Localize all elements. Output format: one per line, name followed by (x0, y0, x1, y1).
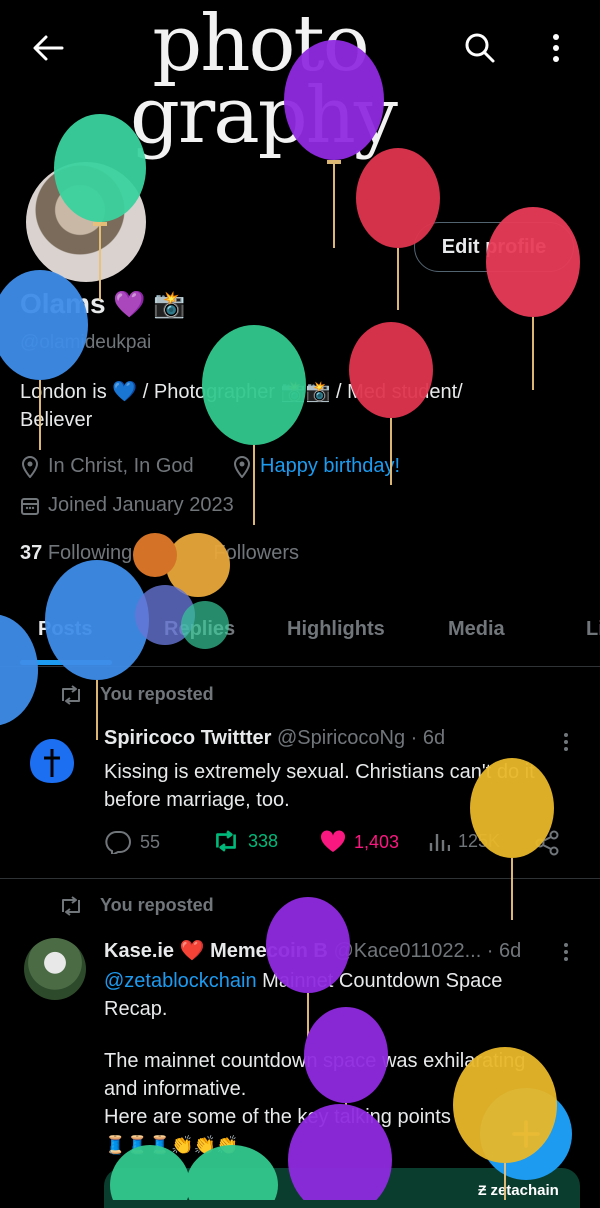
joined-row: Joined January 2023 (20, 494, 234, 517)
link-pin-icon (233, 455, 251, 478)
calendar-icon (21, 497, 39, 515)
banner-line2: graphy (130, 71, 398, 161)
post-1-line-2: before marriage, too. (104, 789, 290, 811)
post-text-1: Kissing is extremely sexual. Christians … (104, 758, 574, 814)
post-divider (0, 878, 600, 879)
author-avatar-1[interactable] (24, 733, 80, 789)
repost-indicator-1: You reposted (58, 684, 214, 705)
post-author-1[interactable]: Spiricoco Twittter (104, 727, 271, 749)
share-icon (535, 830, 559, 856)
back-button[interactable] (26, 26, 70, 70)
post-more-1[interactable] (564, 730, 570, 754)
heart-icon (320, 830, 346, 852)
follow-counts: 37 Following Followers (20, 542, 299, 565)
post-2-mention[interactable]: @zetablockchain (104, 970, 257, 992)
repost-icon-green (216, 830, 236, 852)
following-link[interactable]: 37 Following (20, 542, 132, 564)
more-button[interactable] (534, 26, 578, 70)
edit-profile-button[interactable]: Edit profile (414, 222, 574, 272)
profile-avatar[interactable] (22, 158, 150, 286)
repost-label-2: You reposted (100, 895, 214, 915)
repost-count: 338 (248, 830, 279, 851)
compose-button[interactable] (480, 1088, 572, 1180)
tab-posts[interactable]: Posts (38, 618, 92, 641)
post-1-line-1: Kissing is extremely sexual. Christians … (104, 761, 535, 783)
post-handle-1: @SpiricocoNg · 6d (276, 727, 446, 749)
repost-button[interactable]: 338 (212, 830, 278, 852)
tab-likes[interactable]: Li (586, 618, 600, 641)
profile-handle: @olamideukpai (20, 332, 152, 353)
reply-count: 55 (140, 831, 161, 852)
tab-highlights[interactable]: Highlights (287, 618, 385, 641)
profile-tabs: Posts Replies Highlights Media Li (0, 600, 600, 667)
more-vertical-icon (553, 34, 559, 62)
location-row: In Christ, In God (20, 455, 194, 478)
repost-indicator-2: You reposted (58, 895, 214, 916)
following-label: Following (47, 542, 133, 564)
card-label-text: zetachain (490, 1182, 559, 1199)
profile-bio: London is 💙 / Photographer 📸📸 / Med stud… (20, 378, 560, 434)
profile-name-emojis: 💜 📸 (113, 289, 186, 319)
card-label: Ƶ zetachain (478, 1182, 559, 1199)
repost-label-1: You reposted (100, 684, 214, 704)
website-link[interactable]: Happy birthday! (260, 455, 400, 478)
repost-icon (62, 895, 80, 916)
edit-profile-label: Edit profile (441, 235, 547, 258)
profile-name: Olams 💜 📸 (20, 288, 185, 320)
post-actions-1: 55 338 1,403 125K (104, 830, 564, 860)
back-arrow-icon (33, 35, 64, 61)
reply-button[interactable]: 55 (104, 830, 160, 854)
tab-media[interactable]: Media (448, 618, 505, 641)
views-count: 125K (458, 830, 501, 851)
like-count: 1,403 (354, 831, 400, 852)
post-2-line-2: Recap. (104, 998, 168, 1020)
profile-name-text: Olams (20, 288, 106, 319)
share-button[interactable] (534, 830, 560, 856)
active-tab-indicator (20, 660, 112, 665)
reply-icon (105, 831, 131, 854)
post-handle-2: @Kace011022... · 6d (333, 940, 522, 962)
followers-label[interactable]: Followers (213, 542, 299, 564)
post-header-1: Spiricoco Twittter @SpiricocoNg · 6d (104, 727, 445, 750)
banner-text: photo graphy (130, 5, 398, 155)
search-icon (465, 33, 495, 63)
views-icon (429, 834, 450, 851)
post-more-2[interactable] (564, 940, 570, 964)
author-avatar-2[interactable] (24, 938, 86, 1000)
website-row[interactable]: Happy birthday! (232, 455, 400, 478)
bio-line-2: Believer (20, 409, 93, 431)
post-2-line-3: The mainnet countdown space was exhilara… (104, 1050, 526, 1072)
bio-line-1: London is 💙 / Photographer 📸📸 / Med stud… (20, 381, 463, 403)
location-text: In Christ, In God (48, 455, 194, 477)
location-pin-icon (21, 455, 39, 478)
like-button[interactable]: 1,403 (320, 830, 399, 854)
views-button[interactable]: 125K (428, 830, 500, 852)
post-2-line-1: Mainnet Countdown Space (256, 970, 503, 992)
joined-text: Joined January 2023 (48, 494, 234, 516)
search-button[interactable] (458, 26, 502, 70)
post-header-2: Kase.ie ❤️ Memecoin B @Kace011022... · 6… (104, 938, 521, 963)
plus-icon (512, 1120, 540, 1148)
tab-replies[interactable]: Replies (164, 618, 235, 641)
following-count: 37 (20, 542, 43, 564)
post-author-2[interactable]: Kase.ie ❤️ Memecoin B (104, 940, 328, 962)
repost-icon (62, 684, 80, 705)
